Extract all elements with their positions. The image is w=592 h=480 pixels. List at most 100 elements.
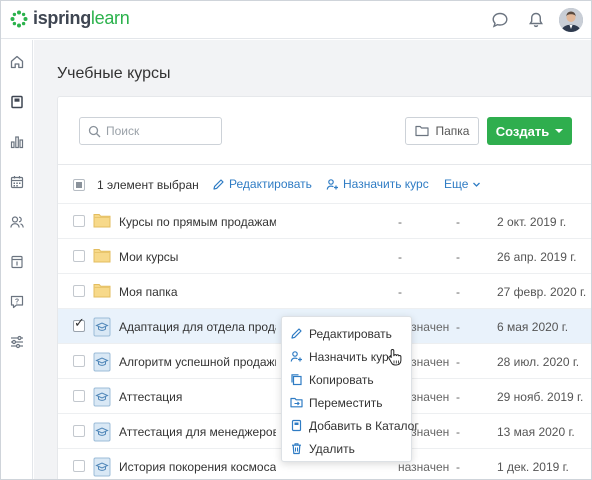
folder-icon <box>93 249 111 263</box>
sidebar-item-calendar[interactable] <box>1 167 32 197</box>
pencil-icon <box>213 178 224 190</box>
app-window: ispringlearn ? Учебные курсы Поиск Папка… <box>0 0 592 480</box>
row-icon <box>93 317 111 340</box>
table-row[interactable]: Мои курсы - - 26 апр. 2019 г. <box>58 238 591 273</box>
logo-text-ispring: ispring <box>33 8 91 28</box>
row-date: 27 февр. 2020 г. <box>497 285 587 299</box>
table-row[interactable]: Курсы по прямым продажам - - 2 окт. 2019 г. <box>58 203 591 238</box>
row-checkbox[interactable] <box>73 285 85 297</box>
menu-item-add-to-catalog[interactable]: Добавить в Каталог <box>282 414 419 437</box>
menu-item-delete[interactable]: Удалить <box>282 437 411 460</box>
row-checkbox[interactable] <box>73 250 85 262</box>
create-button[interactable]: Создать <box>487 117 572 145</box>
menu-item-label: Добавить в Каталог <box>309 418 419 433</box>
menu-item-label: Назначить курс <box>309 349 395 364</box>
catalog-add-icon <box>291 419 302 432</box>
row-icon <box>93 247 111 266</box>
menu-item-label: Редактировать <box>309 326 392 341</box>
selection-count: 1 элемент выбран <box>97 178 199 192</box>
row-name[interactable]: Алгоритм успешной продажи <box>119 355 276 369</box>
row-name[interactable]: История покорения космоса <box>119 460 276 474</box>
logo[interactable]: ispringlearn <box>10 8 130 29</box>
course-icon <box>93 317 111 337</box>
row-value: - <box>456 355 460 369</box>
logo-icon <box>10 10 28 27</box>
sidebar-item-settings[interactable] <box>1 327 32 357</box>
course-icon <box>93 387 111 407</box>
row-name[interactable]: Моя папка <box>119 285 276 299</box>
assign-label: Назначить курс <box>343 177 429 191</box>
edit-action[interactable]: Редактировать <box>212 177 312 191</box>
svg-text:?: ? <box>14 299 18 306</box>
row-date: 13 мая 2020 г. <box>497 425 575 439</box>
context-menu: Редактировать Назначить курс Копировать … <box>281 316 419 462</box>
row-icon <box>93 457 111 479</box>
row-icon <box>93 352 111 375</box>
page-title: Учебные курсы <box>57 65 171 82</box>
row-checkbox[interactable] <box>73 355 85 367</box>
row-name[interactable]: Адаптация для отдела продаж <box>119 320 276 334</box>
table-row[interactable]: Моя папка - - 27 февр. 2020 г. <box>58 273 591 308</box>
chevron-down-icon <box>473 182 481 187</box>
row-status: - <box>398 285 402 299</box>
sidebar-item-catalog[interactable] <box>1 247 32 277</box>
row-name[interactable]: Курсы по прямым продажам <box>119 215 276 229</box>
hand-cursor-icon <box>388 349 402 366</box>
row-value: - <box>456 215 460 229</box>
selection-toolbar: 1 элемент выбран Редактировать Назначить… <box>58 174 591 196</box>
new-folder-button[interactable]: Папка <box>405 117 479 145</box>
more-action[interactable]: Еще <box>444 177 481 191</box>
assign-user-icon <box>326 178 338 190</box>
row-value: - <box>456 250 460 264</box>
row-date: 6 мая 2020 г. <box>497 320 569 334</box>
settings-icon <box>10 335 23 349</box>
trash-icon <box>292 443 301 455</box>
divider <box>58 164 591 165</box>
sidebar-item-reports[interactable] <box>1 127 32 157</box>
menu-item-edit[interactable]: Редактировать <box>282 322 411 345</box>
sidebar-item-home[interactable] <box>1 47 32 77</box>
search-field[interactable] <box>79 117 222 145</box>
course-icon <box>93 352 111 372</box>
row-checkbox[interactable] <box>73 390 85 402</box>
row-icon <box>93 282 111 301</box>
row-name[interactable]: Аттестация для менеджеров <box>119 425 276 439</box>
row-value: - <box>456 320 460 334</box>
row-icon <box>93 212 111 231</box>
sidebar-item-help[interactable]: ? <box>1 287 32 317</box>
search-input[interactable] <box>106 118 218 144</box>
user-avatar[interactable] <box>559 8 583 32</box>
row-status: назначен <box>398 460 450 474</box>
row-checkbox[interactable] <box>73 215 85 227</box>
menu-item-move[interactable]: Переместить <box>282 391 411 414</box>
new-folder-label: Папка <box>435 124 470 138</box>
menu-item-copy[interactable]: Копировать <box>282 368 411 391</box>
bell-icon[interactable] <box>519 3 553 37</box>
row-checkbox[interactable] <box>73 460 85 472</box>
select-all-checkbox[interactable] <box>73 179 85 191</box>
chat-icon[interactable] <box>483 3 517 37</box>
row-value: - <box>456 390 460 404</box>
sidebar-item-courses[interactable] <box>1 87 32 117</box>
row-status: - <box>398 250 402 264</box>
row-icon <box>93 422 111 445</box>
catalog-icon <box>10 255 23 269</box>
row-icon <box>93 387 111 410</box>
checkmark-icon: ✓ <box>74 315 85 330</box>
row-date: 29 нояб. 2019 г. <box>497 390 584 404</box>
menu-item-label: Копировать <box>309 372 374 387</box>
home-icon <box>10 55 23 69</box>
assign-action[interactable]: Назначить курс <box>326 177 429 191</box>
row-name[interactable]: Аттестация <box>119 390 276 404</box>
top-bar: ispringlearn <box>1 1 591 39</box>
row-value: - <box>456 460 460 474</box>
pencil-icon <box>291 328 302 339</box>
row-checkbox[interactable] <box>73 425 85 437</box>
row-status: - <box>398 215 402 229</box>
assign-user-icon <box>290 351 302 362</box>
row-date: 2 окт. 2019 г. <box>497 215 567 229</box>
sidebar-item-users[interactable] <box>1 207 32 237</box>
move-folder-icon <box>290 397 303 408</box>
row-name[interactable]: Мои курсы <box>119 250 276 264</box>
row-date: 1 дек. 2019 г. <box>497 460 569 474</box>
